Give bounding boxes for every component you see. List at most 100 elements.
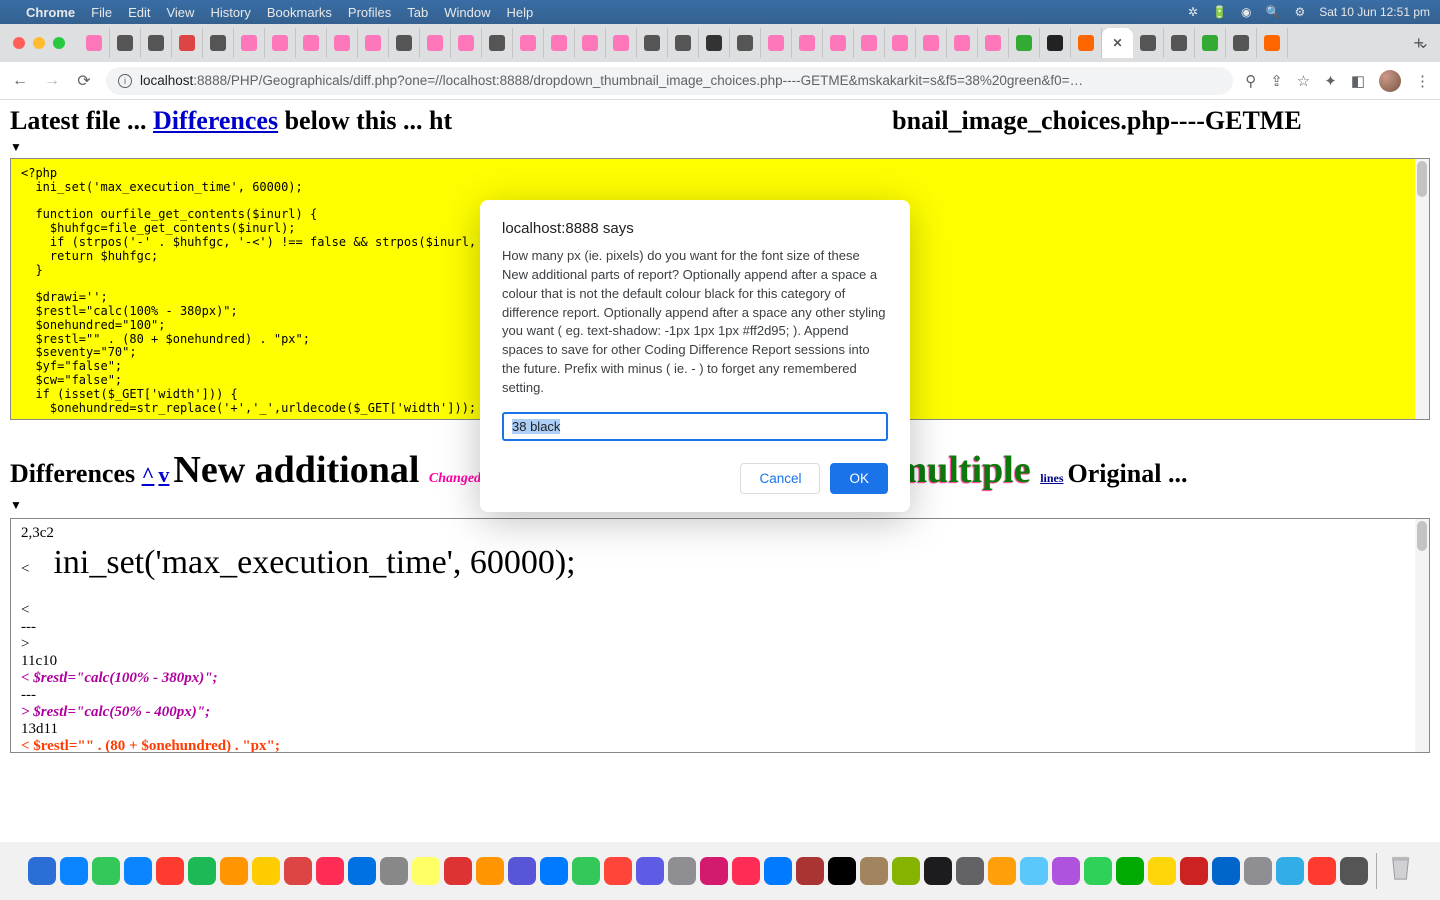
share-icon[interactable]: ⇪ [1270,72,1283,90]
browser-tab[interactable] [1226,28,1257,58]
browser-tab[interactable] [575,28,606,58]
dock-app[interactable] [924,857,952,885]
legend-original[interactable]: Original ... [1068,459,1188,488]
browser-tab[interactable] [885,28,916,58]
browser-tab-active[interactable]: ✕ [1102,28,1133,58]
browser-tab[interactable] [637,28,668,58]
dock-app[interactable] [1052,857,1080,885]
dock-app[interactable] [636,857,664,885]
dock-app[interactable] [1276,857,1304,885]
dock-app[interactable] [316,857,344,885]
browser-tab[interactable] [854,28,885,58]
side-panel-icon[interactable]: ◧ [1351,72,1365,90]
browser-tab[interactable] [420,28,451,58]
dock-app[interactable] [156,857,184,885]
dock-app[interactable] [188,857,216,885]
browser-tab[interactable] [389,28,420,58]
dock-app[interactable] [572,857,600,885]
chrome-menu-icon[interactable]: ⋮ [1415,72,1430,90]
dock-app[interactable] [1116,857,1144,885]
dock-app[interactable] [1212,857,1240,885]
lens-icon[interactable]: ⚲ [1245,72,1256,90]
browser-tab[interactable] [296,28,327,58]
browser-tab[interactable] [823,28,854,58]
browser-tab[interactable] [482,28,513,58]
browser-tab[interactable] [1009,28,1040,58]
dock-app[interactable] [668,857,696,885]
dock-app[interactable] [764,857,792,885]
window-minimize-button[interactable] [33,37,45,49]
browser-tab[interactable] [451,28,482,58]
dock-app[interactable] [220,857,248,885]
profile-avatar[interactable] [1379,70,1401,92]
dock-app[interactable] [444,857,472,885]
spotlight-icon[interactable]: 🔍 [1266,5,1281,19]
diff-scrollbar-thumb[interactable] [1417,521,1427,551]
dock-app[interactable] [1308,857,1336,885]
dock-app[interactable] [956,857,984,885]
dock-app[interactable] [732,857,760,885]
dock-app[interactable] [1020,857,1048,885]
code-scrollbar-thumb[interactable] [1417,161,1427,197]
wifi-icon[interactable]: ◉ [1241,5,1251,19]
battery-icon[interactable]: 🔋 [1212,5,1227,19]
browser-tab[interactable] [79,28,110,58]
window-zoom-button[interactable] [53,37,65,49]
menu-edit[interactable]: Edit [128,5,150,20]
browser-tab[interactable] [606,28,637,58]
dock-app[interactable] [124,857,152,885]
dialog-ok-button[interactable]: OK [830,463,888,494]
dock-app[interactable] [412,857,440,885]
tab-search-button[interactable]: ⌄ [1417,33,1430,53]
address-bar[interactable]: i localhost:8888/PHP/Geographicals/diff.… [106,67,1233,95]
menu-view[interactable]: View [166,5,194,20]
browser-tab[interactable] [699,28,730,58]
dock-app[interactable] [60,857,88,885]
browser-tab[interactable] [172,28,203,58]
dock-app[interactable] [828,857,856,885]
dock-app[interactable] [796,857,824,885]
browser-tab[interactable] [1133,28,1164,58]
browser-tab[interactable] [110,28,141,58]
dock-app[interactable] [1244,857,1272,885]
browser-tab[interactable] [1040,28,1071,58]
dock-trash-icon[interactable] [1389,854,1412,888]
browser-tab[interactable] [327,28,358,58]
browser-tab[interactable] [544,28,575,58]
browser-tab[interactable] [978,28,1009,58]
menu-bookmarks[interactable]: Bookmarks [267,5,332,20]
browser-tab[interactable] [265,28,296,58]
scroll-down-link[interactable]: v [158,462,169,487]
scroll-up-link[interactable]: ^ [142,462,155,487]
dock-app[interactable] [1148,857,1176,885]
details-toggle-top[interactable]: ▼ [0,140,1440,156]
dock-app[interactable] [380,857,408,885]
dock-app[interactable] [988,857,1016,885]
browser-tab[interactable] [668,28,699,58]
differences-link[interactable]: Differences [153,106,278,135]
browser-tab[interactable] [730,28,761,58]
reload-button[interactable]: ⟳ [74,71,94,91]
dock-app[interactable] [860,857,888,885]
dock-app[interactable] [476,857,504,885]
menu-file[interactable]: File [91,5,112,20]
dock-app[interactable] [1340,857,1368,885]
dock-app[interactable] [1180,857,1208,885]
browser-tab[interactable] [141,28,172,58]
dock-app[interactable] [700,857,728,885]
menu-history[interactable]: History [210,5,250,20]
browser-tab[interactable] [513,28,544,58]
browser-tab[interactable] [234,28,265,58]
dialog-cancel-button[interactable]: Cancel [740,463,820,494]
diff-scrollbar[interactable] [1415,519,1429,752]
extensions-icon[interactable]: ✦ [1324,72,1337,90]
browser-tab[interactable] [1257,28,1288,58]
menubar-clock[interactable]: Sat 10 Jun 12:51 pm [1319,5,1430,19]
window-close-button[interactable] [13,37,25,49]
browser-tab[interactable] [947,28,978,58]
menu-help[interactable]: Help [507,5,534,20]
dock-app[interactable] [604,857,632,885]
back-button[interactable]: ← [10,72,30,90]
diff-output-pane[interactable]: 2,3c2 <ini_set('max_execution_time', 600… [10,518,1430,753]
dock-app[interactable] [540,857,568,885]
